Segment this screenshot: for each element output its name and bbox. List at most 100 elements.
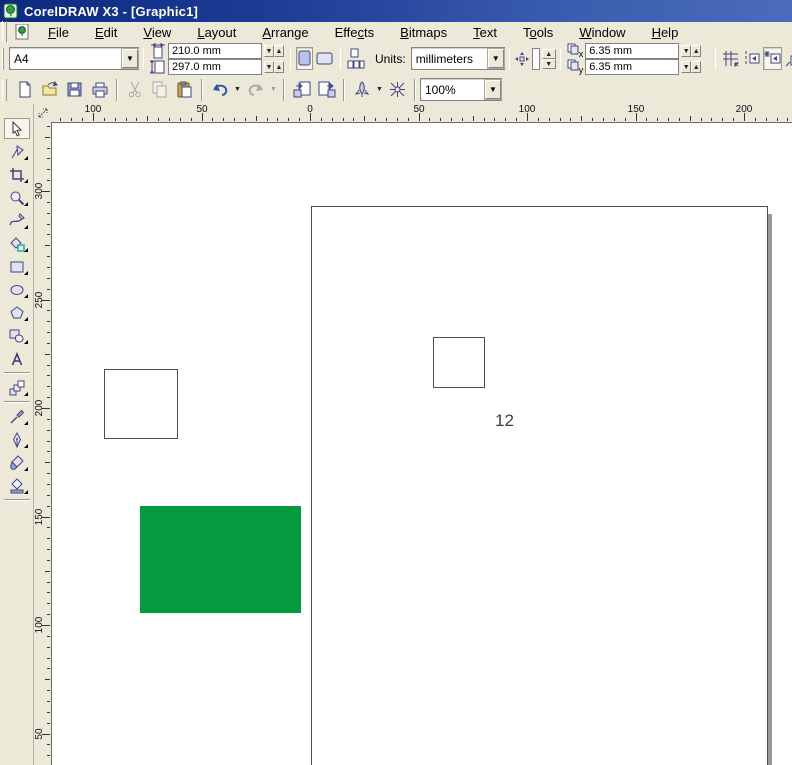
application-launcher-dropdown-icon[interactable]: ▼ — [374, 78, 385, 101]
menu-effects[interactable]: Effects — [325, 23, 385, 42]
ellipse-tool[interactable] — [4, 279, 30, 300]
paper-type-dropdown-icon[interactable]: ▼ — [121, 48, 139, 69]
snap-to-guidelines-button[interactable] — [742, 47, 761, 70]
duplicate-x-input[interactable] — [589, 44, 676, 57]
print-button[interactable] — [88, 78, 111, 101]
green-rectangle[interactable] — [140, 506, 301, 613]
menu-view[interactable]: View — [133, 23, 181, 42]
standard-toolbar-gripper[interactable] — [2, 78, 7, 101]
nudge-spin-up-icon[interactable]: ▲ — [541, 48, 556, 59]
paper-height-spin-up-icon[interactable]: ▲ — [274, 60, 284, 73]
new-button[interactable] — [13, 78, 36, 101]
units-dropdown-icon[interactable]: ▼ — [486, 48, 505, 69]
eyedropper-tool[interactable] — [4, 406, 30, 427]
copy-button[interactable] — [148, 78, 171, 101]
ruler-tick — [570, 118, 571, 121]
paper-width-spin-up-icon[interactable]: ▲ — [274, 44, 284, 57]
ruler-tick — [104, 118, 105, 121]
title-bar[interactable]: CorelDRAW X3 - [Graphic1] — [0, 0, 792, 22]
undo-dropdown-icon[interactable]: ▼ — [232, 78, 243, 101]
import-button[interactable] — [290, 78, 313, 101]
zoom-level-value[interactable] — [421, 81, 485, 98]
separator — [559, 47, 561, 70]
redo-button[interactable] — [244, 78, 267, 101]
vertical-ruler[interactable]: 300 250 200 150 100 50 — [34, 122, 52, 765]
export-button[interactable] — [315, 78, 338, 101]
canvas-text[interactable]: 12 — [495, 411, 514, 431]
zoom-level-combo[interactable]: ▼ — [420, 78, 502, 101]
polygon-tool[interactable] — [4, 302, 30, 323]
duplicate-y-spin-down-icon[interactable]: ▼ — [681, 60, 692, 73]
nudge-offset-field[interactable] — [531, 47, 540, 70]
square-offpage[interactable] — [104, 369, 178, 439]
paper-height-input[interactable] — [172, 60, 258, 73]
menu-help[interactable]: Help — [642, 23, 689, 42]
menu-bar-gripper[interactable] — [2, 21, 7, 43]
corel-online-button[interactable] — [386, 78, 409, 101]
nudge-spin-down-icon[interactable]: ▼ — [541, 58, 556, 69]
menu-window[interactable]: Window — [569, 23, 635, 42]
portrait-button[interactable] — [296, 47, 313, 70]
landscape-button[interactable] — [315, 47, 335, 70]
application-launcher-button[interactable] — [350, 78, 373, 101]
smart-fill-tool[interactable] — [4, 233, 30, 254]
paper-width-field[interactable] — [168, 42, 262, 59]
paper-height-spin-down-icon[interactable]: ▼ — [264, 60, 274, 73]
menu-file[interactable]: File — [38, 23, 79, 42]
basic-shapes-tool[interactable] — [4, 325, 30, 346]
text-tool[interactable] — [4, 348, 30, 369]
set-default-page-size-button[interactable] — [346, 45, 366, 72]
duplicate-y-field[interactable] — [585, 58, 680, 75]
outline-tool[interactable] — [4, 429, 30, 450]
ruler-tick — [47, 343, 50, 344]
menu-edit[interactable]: Edit — [85, 23, 127, 42]
crop-tool[interactable] — [4, 164, 30, 185]
ruler-tick — [429, 118, 430, 121]
property-bar-gripper[interactable] — [2, 47, 4, 70]
units-combo[interactable]: ▼ — [410, 47, 505, 70]
ruler-tick — [353, 118, 354, 121]
menu-bitmaps[interactable]: Bitmaps — [390, 23, 457, 42]
menu-tools[interactable]: Tools — [513, 23, 563, 42]
units-value[interactable] — [411, 50, 488, 67]
drawing-page[interactable] — [311, 206, 768, 765]
document-menu-icon[interactable] — [14, 24, 30, 40]
interactive-blend-tool[interactable] — [4, 377, 30, 398]
menu-layout[interactable]: Layout — [187, 23, 246, 42]
paper-type-value[interactable] — [10, 50, 122, 67]
rectangle-tool[interactable] — [4, 256, 30, 277]
drawing-canvas[interactable]: 12 — [51, 122, 792, 765]
horizontal-ruler[interactable]: 100 50 0 50 100 150 200 — [51, 104, 792, 123]
ruler-tick — [364, 116, 365, 121]
zoom-level-dropdown-icon[interactable]: ▼ — [484, 79, 502, 100]
interactive-fill-tool[interactable] — [4, 475, 30, 496]
paper-width-spin-down-icon[interactable]: ▼ — [264, 44, 274, 57]
duplicate-x-spin-down-icon[interactable]: ▼ — [681, 44, 692, 57]
save-button[interactable] — [63, 78, 86, 101]
fill-tool[interactable] — [4, 452, 30, 473]
pick-tool[interactable] — [3, 118, 30, 139]
paper-height-field[interactable] — [168, 58, 262, 75]
shape-tool[interactable] — [4, 141, 30, 162]
ruler-origin[interactable] — [34, 104, 51, 123]
square-onpage[interactable] — [433, 337, 485, 388]
duplicate-y-input[interactable] — [589, 60, 676, 73]
freehand-tool[interactable] — [4, 210, 30, 231]
duplicate-x-spin-up-icon[interactable]: ▲ — [691, 44, 702, 57]
dynamic-guides-button[interactable] — [784, 47, 792, 70]
undo-button[interactable] — [208, 78, 231, 101]
snap-to-grid-button[interactable] — [721, 47, 740, 70]
zoom-tool[interactable] — [4, 187, 30, 208]
paper-width-input[interactable] — [172, 44, 258, 57]
redo-dropdown-icon[interactable]: ▼ — [268, 78, 279, 101]
standard-toolbar: ▼ ▼ ▼ 100% ▼ — [0, 75, 792, 105]
duplicate-y-spin-up-icon[interactable]: ▲ — [691, 60, 702, 73]
menu-arrange[interactable]: Arrange — [252, 23, 318, 42]
open-button[interactable] — [38, 78, 61, 101]
cut-button[interactable] — [123, 78, 146, 101]
paper-type-combo[interactable]: ▼ — [9, 47, 139, 70]
paste-button[interactable] — [173, 78, 196, 101]
duplicate-x-field[interactable] — [585, 42, 680, 59]
snap-to-objects-button[interactable] — [763, 47, 783, 70]
menu-text[interactable]: Text — [463, 23, 507, 42]
